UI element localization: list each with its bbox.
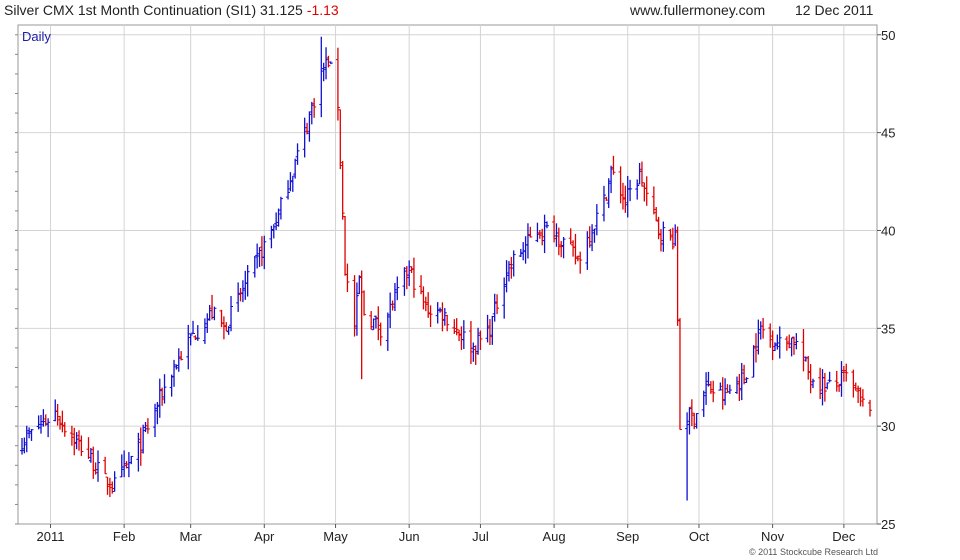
x-tick-label: Jul: [472, 529, 489, 544]
y-tick-label: 40: [881, 223, 895, 238]
x-tick-label: Aug: [543, 529, 566, 544]
x-axis: 2011 Feb Mar Apr May Jun Jul Aug Sep Oct Nov Dec: [37, 524, 856, 544]
x-tick-label: Dec: [832, 529, 856, 544]
x-tick-label: Jun: [399, 529, 420, 544]
y-tick-label: 50: [881, 28, 895, 43]
x-tick-label: 2011: [37, 529, 65, 544]
y-tick-label: 30: [881, 419, 895, 434]
period-label: Daily: [22, 29, 51, 44]
y-tick-label: 45: [881, 126, 895, 141]
y-tick-label: 25: [881, 517, 895, 532]
x-tick-label: Sep: [616, 529, 639, 544]
price-chart: 25 30 35 40 45 50 2011 Feb Mar Apr May Jun Jul Aug Se…: [15, 24, 895, 557]
copyright-note: © 2011 Stockcube Research Ltd: [749, 547, 878, 557]
x-tick-label: Mar: [179, 529, 202, 544]
x-tick-label: Oct: [689, 529, 710, 544]
x-tick-label: Nov: [761, 529, 785, 544]
x-tick-label: Apr: [254, 529, 275, 544]
x-tick-label: Feb: [113, 529, 135, 544]
plot-area: [17, 24, 878, 525]
y-tick-label: 35: [881, 321, 895, 336]
x-tick-label: May: [323, 529, 348, 544]
